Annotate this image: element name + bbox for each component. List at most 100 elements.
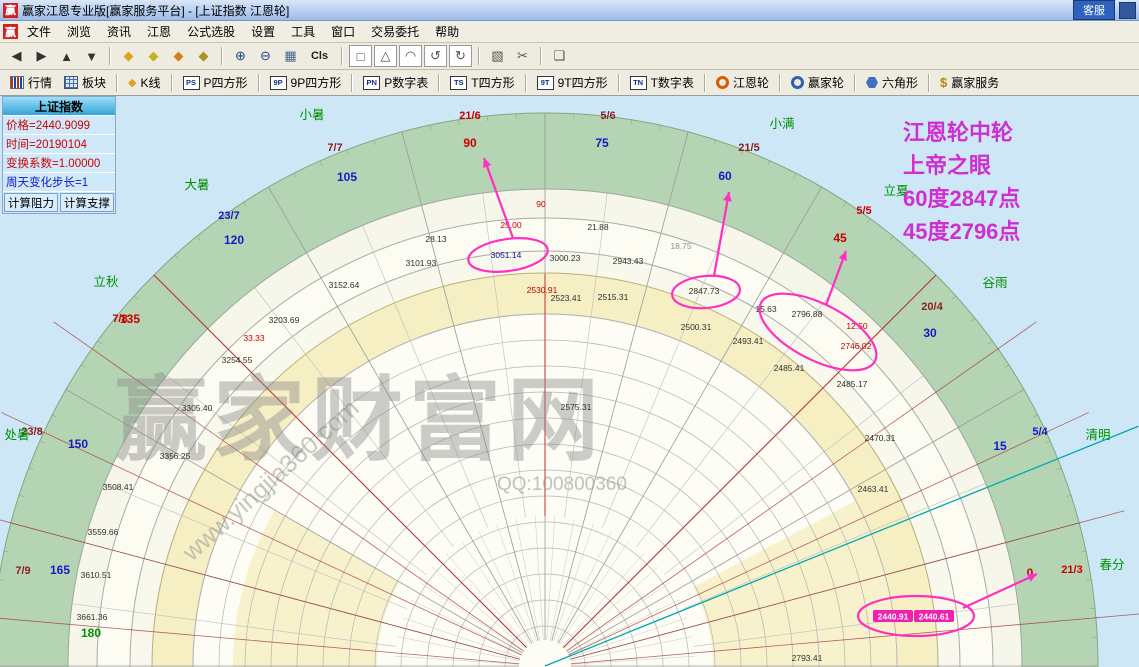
menu-item-文件[interactable]: 文件: [19, 21, 59, 42]
up-icon[interactable]: ▲: [55, 45, 78, 67]
arc-tool-icon[interactable]: ◠: [399, 45, 422, 67]
title-bar: 赢 赢家江恩专业版[赢家服务平台] - [上证指数 江恩轮] 客服: [0, 0, 1139, 21]
degree-label: 180: [81, 626, 101, 640]
date-label: 7/8: [112, 313, 127, 325]
date-label: 21/3: [1061, 564, 1082, 576]
rect-tool-icon[interactable]: □: [349, 45, 372, 67]
date-label: 7/7: [327, 142, 342, 154]
wheel-value: 2793.41: [792, 653, 823, 663]
forward-icon[interactable]: ▶: [30, 45, 53, 67]
menu-item-窗口[interactable]: 窗口: [323, 21, 363, 42]
p-table-icon: PN: [363, 75, 381, 90]
menu-item-公式选股[interactable]: 公式选股: [179, 21, 243, 42]
degree-label: 60: [718, 169, 732, 183]
menu-item-帮助[interactable]: 帮助: [427, 21, 467, 42]
winner-wheel-icon: [790, 76, 804, 89]
date-label: 23/7: [218, 210, 239, 222]
window-title: 赢家江恩专业版[赢家服务平台] - [上证指数 江恩轮]: [22, 3, 290, 18]
toolbar-separator: [351, 73, 354, 92]
9p-square-icon: 9P: [269, 75, 287, 90]
wheel-value: 2943.43: [613, 256, 644, 266]
wheel-value: 2515.31: [598, 292, 629, 302]
menu-item-资讯[interactable]: 资讯: [99, 21, 139, 42]
ribbon-item-hexagon[interactable]: 六角形: [860, 72, 924, 93]
ribbon-item-gann-wheel[interactable]: 江恩轮: [710, 72, 775, 93]
wheel-value: 21.88: [587, 222, 609, 232]
date-label: 5/5: [856, 205, 871, 217]
down-icon[interactable]: ▼: [80, 45, 103, 67]
toolbar-separator: [221, 47, 223, 65]
degree-label: 150: [68, 437, 88, 451]
comment-icon[interactable]: ❑: [548, 45, 571, 67]
ribbon-item-p-square[interactable]: PS P四方形: [177, 72, 254, 93]
ribbon-item-9p-square[interactable]: 9P 9P四方形: [264, 72, 348, 93]
ribbon-item-kline[interactable]: ◆ K线: [122, 72, 166, 93]
ribbon-item-9t-square[interactable]: 9T 9T四方形: [531, 72, 614, 93]
cls-button[interactable]: Cls: [304, 45, 335, 67]
cut-icon[interactable]: ✂: [511, 45, 534, 67]
diamond-3-icon[interactable]: ◆: [167, 45, 190, 67]
wheel-value: 3661.36: [77, 612, 108, 622]
wheel-value: 3203.69: [269, 315, 300, 325]
ribbon-item-board[interactable]: 板块: [58, 72, 112, 93]
degree-label: 90: [463, 136, 477, 150]
wheel-value: 2485.17: [837, 379, 868, 389]
zoom-in-icon[interactable]: ⊕: [229, 45, 252, 67]
annotation-line-3: 45度2796点: [903, 219, 1020, 244]
grid-icon[interactable]: ▦: [279, 45, 302, 67]
diamond-2-icon[interactable]: ◆: [142, 45, 165, 67]
rotate-right-icon[interactable]: ↻: [449, 45, 472, 67]
menu-items: 文件 浏览 资讯 江恩 公式选股 设置 工具 窗口 交易委托 帮助: [19, 21, 467, 42]
app-logo-icon: 赢: [3, 2, 18, 18]
annotation-line-0: 江恩轮中轮: [903, 120, 1013, 145]
solar-term-label: 清明: [1085, 428, 1110, 442]
annotation-line-2: 60度2847点: [903, 186, 1020, 211]
wheel-value: 3101.93: [406, 258, 437, 268]
diamond-1-icon[interactable]: ◆: [117, 45, 140, 67]
toolbar-separator: [617, 73, 620, 92]
toolbar-separator: [438, 73, 441, 92]
wheel-value: 2746.02: [841, 341, 872, 351]
zoom-out-icon[interactable]: ⊖: [254, 45, 277, 67]
rotate-left-icon[interactable]: ↺: [424, 45, 447, 67]
panel-button-计算阻力[interactable]: 计算阻力: [4, 193, 58, 212]
t-table-icon: TN: [629, 75, 647, 90]
back-icon[interactable]: ◀: [5, 45, 28, 67]
degree-label: 15: [993, 439, 1007, 453]
quote-icon: [10, 76, 24, 89]
customer-service-button[interactable]: 客服: [1073, 0, 1115, 20]
menu-item-工具[interactable]: 工具: [283, 21, 323, 42]
panel-row-3: 周天变化步长=1: [3, 172, 115, 191]
solar-term-label: 谷雨: [982, 276, 1007, 290]
ribbon-item-p-table[interactable]: PN P数字表: [357, 72, 434, 93]
menu-logo-icon: 赢: [3, 24, 18, 39]
wheel-value: 2847.73: [689, 286, 720, 296]
annotation-line-1: 上帝之眼: [903, 153, 991, 178]
degree-label: 120: [224, 233, 244, 247]
instrument-title: 上证指数: [3, 97, 115, 115]
menu-item-交易委托[interactable]: 交易委托: [363, 21, 427, 42]
menu-item-浏览[interactable]: 浏览: [59, 21, 99, 42]
wheel-value: 2493.41: [733, 336, 764, 346]
p-square-label: P四方形: [203, 76, 248, 90]
ribbon-item-t-table[interactable]: TN T数字表: [624, 72, 700, 93]
wheel-value: 3000.23: [550, 253, 581, 263]
menu-item-江恩[interactable]: 江恩: [139, 21, 179, 42]
toolbar-separator: [170, 73, 173, 92]
resize-icon[interactable]: ▧: [486, 45, 509, 67]
window-control-icon[interactable]: [1119, 1, 1136, 19]
p-square-icon: PS: [182, 75, 200, 90]
solar-term-label: 小满: [769, 117, 794, 131]
panel-button-计算支撑[interactable]: 计算支撑: [60, 193, 114, 212]
triangle-tool-icon[interactable]: △: [374, 45, 397, 67]
drawing-toolbar: ◀ ▶ ▲ ▼ ◆ ◆ ◆ ◆ ⊕ ⊖ ▦ Cls □ △ ◠ ↺ ↻ ▧ ✂ ❑: [0, 43, 1139, 70]
ribbon-item-t-square[interactable]: TS T四方形: [444, 72, 520, 93]
toolbar-separator: [257, 73, 260, 92]
ribbon-item-winner-wheel[interactable]: 赢家轮: [785, 72, 850, 93]
menu-item-设置[interactable]: 设置: [243, 21, 283, 42]
panel-row-0: 价格=2440.9099: [3, 115, 115, 134]
diamond-4-icon[interactable]: ◆: [192, 45, 215, 67]
ribbon-item-winner-service[interactable]: $ 赢家服务: [934, 72, 1005, 93]
ribbon-item-quote[interactable]: 行情: [4, 72, 58, 93]
gann-wheel-canvas[interactable]: 赢家财富网www.yingjia360.com QQ:10080036025.00…: [0, 92, 1139, 667]
